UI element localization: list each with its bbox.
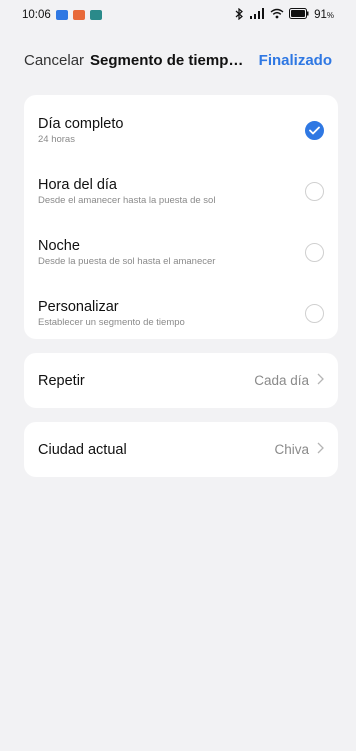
option-title: Hora del día [38, 176, 117, 193]
chevron-right-icon [317, 442, 324, 457]
radio-unchecked-icon[interactable] [305, 304, 324, 323]
city-value-group: Chiva [274, 442, 324, 457]
repeat-value-group: Cada día [254, 373, 324, 388]
option-daytime[interactable]: Hora del día Desde el amanecer hasta la … [24, 161, 338, 222]
wifi-icon [270, 8, 284, 22]
battery-icon [289, 8, 309, 22]
bluetooth-icon [234, 7, 244, 23]
status-right: 91% [234, 7, 334, 23]
option-night[interactable]: Noche Desde la puesta de sol hasta el am… [24, 222, 338, 283]
repeat-value: Cada día [254, 373, 309, 388]
done-button[interactable]: Finalizado [259, 52, 332, 69]
option-subtitle: 24 horas [38, 133, 75, 145]
navigation-bar: Cancelar Segmento de tiempo de… Finaliza… [0, 44, 356, 76]
signal-icon [249, 8, 265, 22]
checkmark-icon[interactable] [305, 121, 324, 140]
chevron-right-icon [317, 373, 324, 388]
option-text: Hora del día Desde el amanecer hasta la … [38, 176, 215, 208]
battery-percentage: 91% [314, 9, 334, 21]
current-city-row[interactable]: Ciudad actual Chiva [24, 422, 338, 477]
cancel-button[interactable]: Cancelar [24, 52, 84, 69]
radio-unchecked-icon[interactable] [305, 182, 324, 201]
option-text: Personalizar Establecer un segmento de t… [38, 298, 185, 330]
time-segment-options: Día completo 24 horas Hora del día Desde… [24, 95, 338, 339]
option-subtitle: Desde el amanecer hasta la puesta de sol [38, 194, 216, 206]
option-custom[interactable]: Personalizar Establecer un segmento de t… [24, 283, 338, 344]
option-text: Noche Desde la puesta de sol hasta el am… [38, 237, 215, 269]
repeat-label: Repetir [38, 372, 85, 389]
option-title: Personalizar [38, 298, 119, 315]
option-title: Noche [38, 237, 80, 254]
city-value: Chiva [274, 442, 309, 457]
option-subtitle: Establecer un segmento de tiempo [38, 316, 185, 328]
app-notification-icon [72, 10, 85, 20]
radio-unchecked-icon[interactable] [305, 243, 324, 262]
city-label: Ciudad actual [38, 441, 127, 458]
status-bar: 10:06 91% [0, 0, 356, 30]
page-title: Segmento de tiempo de… [90, 51, 251, 69]
status-time: 10:06 [22, 9, 51, 21]
option-full-day[interactable]: Día completo 24 horas [24, 100, 338, 161]
option-title: Día completo [38, 115, 124, 132]
status-left: 10:06 [22, 9, 102, 21]
cloud-notification-icon [55, 10, 68, 20]
message-notification-icon [89, 10, 102, 20]
option-text: Día completo 24 horas [38, 115, 123, 147]
option-subtitle: Desde la puesta de sol hasta el amanecer [38, 255, 216, 267]
repeat-row[interactable]: Repetir Cada día [24, 353, 338, 408]
